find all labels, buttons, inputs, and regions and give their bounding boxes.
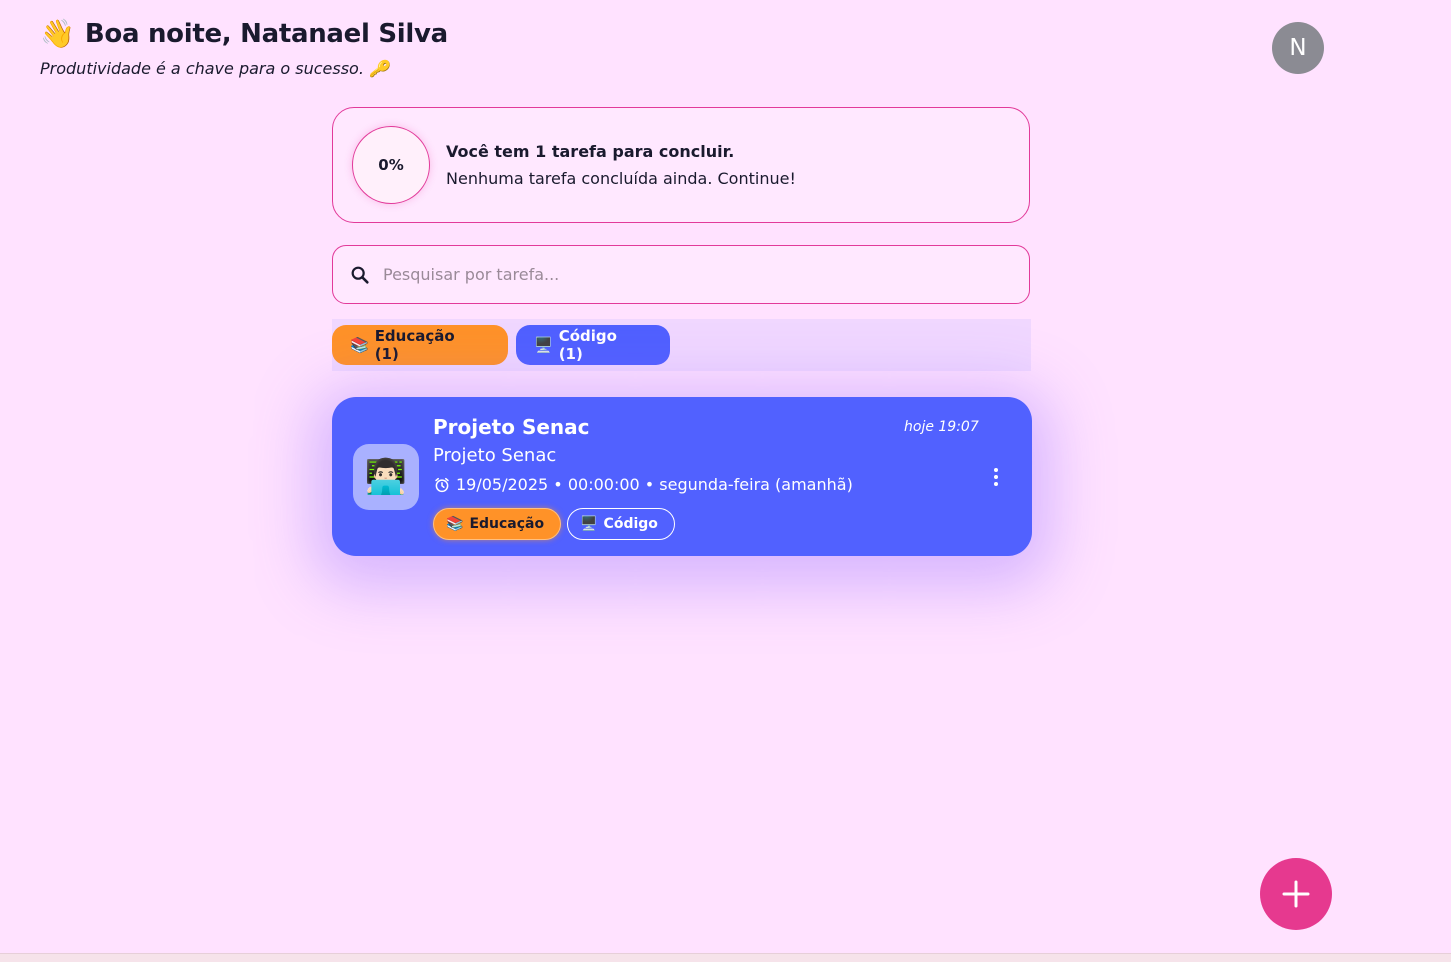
- task-tag-label: Código: [603, 516, 658, 532]
- books-icon: 📚: [446, 516, 464, 532]
- task-description: Projeto Senac: [433, 445, 557, 466]
- task-card[interactable]: 👨🏻‍💻 Projeto Senac hoje 19:07 Projeto Se…: [332, 397, 1032, 556]
- search-input[interactable]: [381, 264, 985, 285]
- subtitle: Produtividade é a chave para o sucesso. …: [40, 59, 389, 78]
- search-bar[interactable]: [332, 245, 1030, 304]
- page-title: Boa noite, Natanael Silva: [84, 19, 448, 49]
- task-created-time: hoje 19:07: [904, 419, 979, 435]
- more-vertical-icon[interactable]: [986, 467, 1006, 487]
- filter-chip-educacao[interactable]: 📚 Educação (1): [332, 325, 508, 365]
- filter-chip-codigo[interactable]: 🖥️ Código (1): [516, 325, 670, 365]
- desktop-computer-icon: 🖥️: [580, 516, 598, 532]
- task-tag-codigo[interactable]: 🖥️ Código: [567, 508, 675, 540]
- task-title: Projeto Senac: [433, 415, 590, 439]
- technologist-icon: 👨🏻‍💻: [353, 444, 419, 510]
- progress-text: Você tem 1 tarefa para concluir. Nenhuma…: [446, 142, 796, 188]
- bottom-divider: [0, 953, 1451, 962]
- filter-chip-label: Educação (1): [374, 327, 455, 363]
- greeting: 👋 Boa noite, Natanael Silva: [40, 16, 448, 52]
- category-filters: 📚 Educação (1) 🖥️ Código (1): [332, 319, 1031, 371]
- search-icon: [351, 266, 369, 284]
- waving-hand-icon: 👋: [40, 17, 75, 50]
- avatar[interactable]: N: [1272, 22, 1324, 74]
- task-tag-educacao[interactable]: 📚 Educação: [433, 508, 562, 540]
- task-tag-label: Educação: [469, 516, 545, 532]
- desktop-computer-icon: 🖥️: [534, 336, 553, 354]
- progress-message: Nenhuma tarefa concluída ainda. Continue…: [446, 169, 796, 188]
- task-due-date: 19/05/2025 • 00:00:00 • segunda-feira (a…: [433, 475, 853, 494]
- task-tags: 📚 Educação 🖥️ Código: [433, 508, 675, 540]
- books-icon: 📚: [350, 336, 369, 354]
- progress-ring: 0%: [352, 126, 430, 204]
- filter-chip-label: Código (1): [558, 327, 617, 363]
- alarm-clock-icon: [435, 477, 449, 492]
- task-due-text: 19/05/2025 • 00:00:00 • segunda-feira (a…: [456, 475, 853, 494]
- add-task-button[interactable]: [1260, 858, 1332, 930]
- progress-card: 0% Você tem 1 tarefa para concluir. Nenh…: [332, 107, 1030, 223]
- plus-icon: [1282, 880, 1310, 908]
- progress-title: Você tem 1 tarefa para concluir.: [446, 142, 735, 161]
